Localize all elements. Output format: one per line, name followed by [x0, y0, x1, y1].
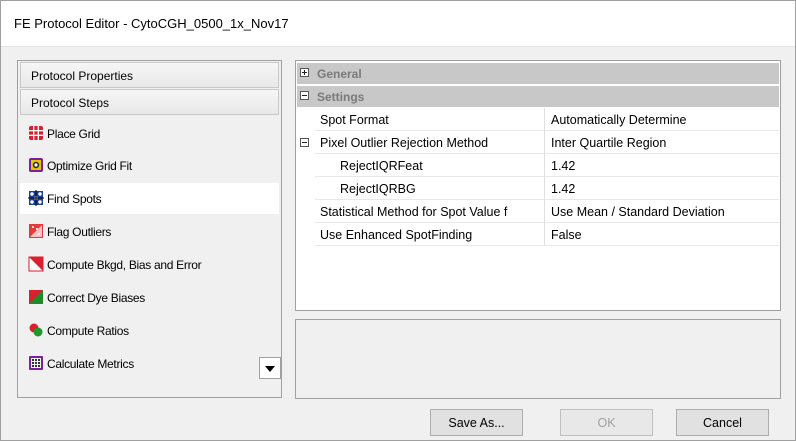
find-spots-icon	[28, 190, 44, 206]
category-general[interactable]: General	[297, 63, 779, 84]
property-name: Spot Format	[315, 108, 545, 131]
scroll-down-button[interactable]	[259, 357, 281, 379]
ratios-icon	[29, 323, 43, 337]
step-optimize-grid-fit[interactable]: Optimize Grid Fit	[20, 150, 279, 181]
property-name: Statistical Method for Spot Value f	[315, 200, 545, 223]
step-compute-bkgd[interactable]: Compute Bkgd, Bias and Error	[20, 249, 279, 280]
step-label: Optimize Grid Fit	[47, 159, 132, 173]
property-row-spot-format[interactable]: Spot Format Automatically Determine	[297, 108, 779, 131]
property-grid: General Settings Spot Format Automatical…	[295, 60, 781, 311]
step-place-grid[interactable]: Place Grid	[20, 118, 279, 149]
step-label: Calculate Metrics	[47, 357, 134, 371]
category-label: Settings	[317, 90, 365, 104]
ok-button[interactable]: OK	[560, 409, 653, 436]
protocol-navigator: Protocol Properties Protocol Steps Place…	[17, 60, 282, 398]
compute-bkgd-icon	[28, 256, 44, 272]
cancel-button[interactable]: Cancel	[676, 409, 769, 436]
category-label: General	[317, 67, 362, 81]
step-label: Find Spots	[47, 192, 102, 206]
property-row-rejectiqrbg[interactable]: RejectIQRBG 1.42	[297, 177, 779, 200]
property-name: Pixel Outlier Rejection Method	[315, 131, 545, 154]
step-label: Compute Ratios	[47, 324, 129, 338]
title-bar: FE Protocol Editor - CytoCGH_0500_1x_Nov…	[1, 1, 795, 47]
step-calculate-metrics[interactable]: Calculate Metrics	[20, 348, 279, 379]
property-name: Use Enhanced SpotFinding	[315, 223, 545, 246]
step-flag-outliers[interactable]: Flag Outliers	[20, 216, 279, 247]
step-label: Compute Bkgd, Bias and Error	[47, 258, 202, 272]
description-panel	[295, 319, 781, 399]
property-name: RejectIQRFeat	[315, 154, 545, 177]
step-label: Correct Dye Biases	[47, 291, 145, 305]
step-label: Place Grid	[47, 127, 101, 141]
expand-icon[interactable]	[300, 68, 309, 77]
property-row-rejectiqrfeat[interactable]: RejectIQRFeat 1.42	[297, 154, 779, 177]
protocol-editor-window: FE Protocol Editor - CytoCGH_0500_1x_Nov…	[0, 0, 796, 441]
collapse-icon[interactable]	[300, 138, 309, 147]
protocol-steps-header[interactable]: Protocol Steps	[20, 89, 279, 115]
collapse-icon[interactable]	[300, 91, 309, 100]
window-title: FE Protocol Editor - CytoCGH_0500_1x_Nov…	[14, 16, 289, 31]
protocol-properties-header[interactable]: Protocol Properties	[20, 62, 279, 88]
grid-icon	[29, 126, 43, 140]
metrics-icon	[29, 356, 43, 370]
category-settings[interactable]: Settings	[297, 86, 779, 107]
dye-bias-icon	[29, 290, 43, 304]
property-value[interactable]: False	[546, 223, 779, 246]
step-compute-ratios[interactable]: Compute Ratios	[20, 315, 279, 346]
save-as-button[interactable]: Save As...	[430, 409, 523, 436]
property-name: RejectIQRBG	[315, 177, 545, 200]
property-value[interactable]: Automatically Determine	[546, 108, 779, 131]
property-value[interactable]: Inter Quartile Region	[546, 131, 779, 154]
property-value[interactable]: 1.42	[546, 154, 779, 177]
step-correct-dye-biases[interactable]: Correct Dye Biases	[20, 282, 279, 313]
flag-outliers-icon	[29, 224, 43, 238]
property-value[interactable]: Use Mean / Standard Deviation	[546, 200, 779, 223]
step-find-spots[interactable]: Find Spots	[20, 183, 279, 214]
step-label: Flag Outliers	[47, 225, 112, 239]
property-row-enhanced-spotfinding[interactable]: Use Enhanced SpotFinding False	[297, 223, 779, 246]
property-row-outlier-method[interactable]: Pixel Outlier Rejection Method Inter Qua…	[297, 131, 779, 154]
chevron-down-icon	[265, 366, 275, 372]
optimize-icon	[29, 158, 43, 172]
property-value[interactable]: 1.42	[546, 177, 779, 200]
property-row-statistical-method[interactable]: Statistical Method for Spot Value f Use …	[297, 200, 779, 223]
